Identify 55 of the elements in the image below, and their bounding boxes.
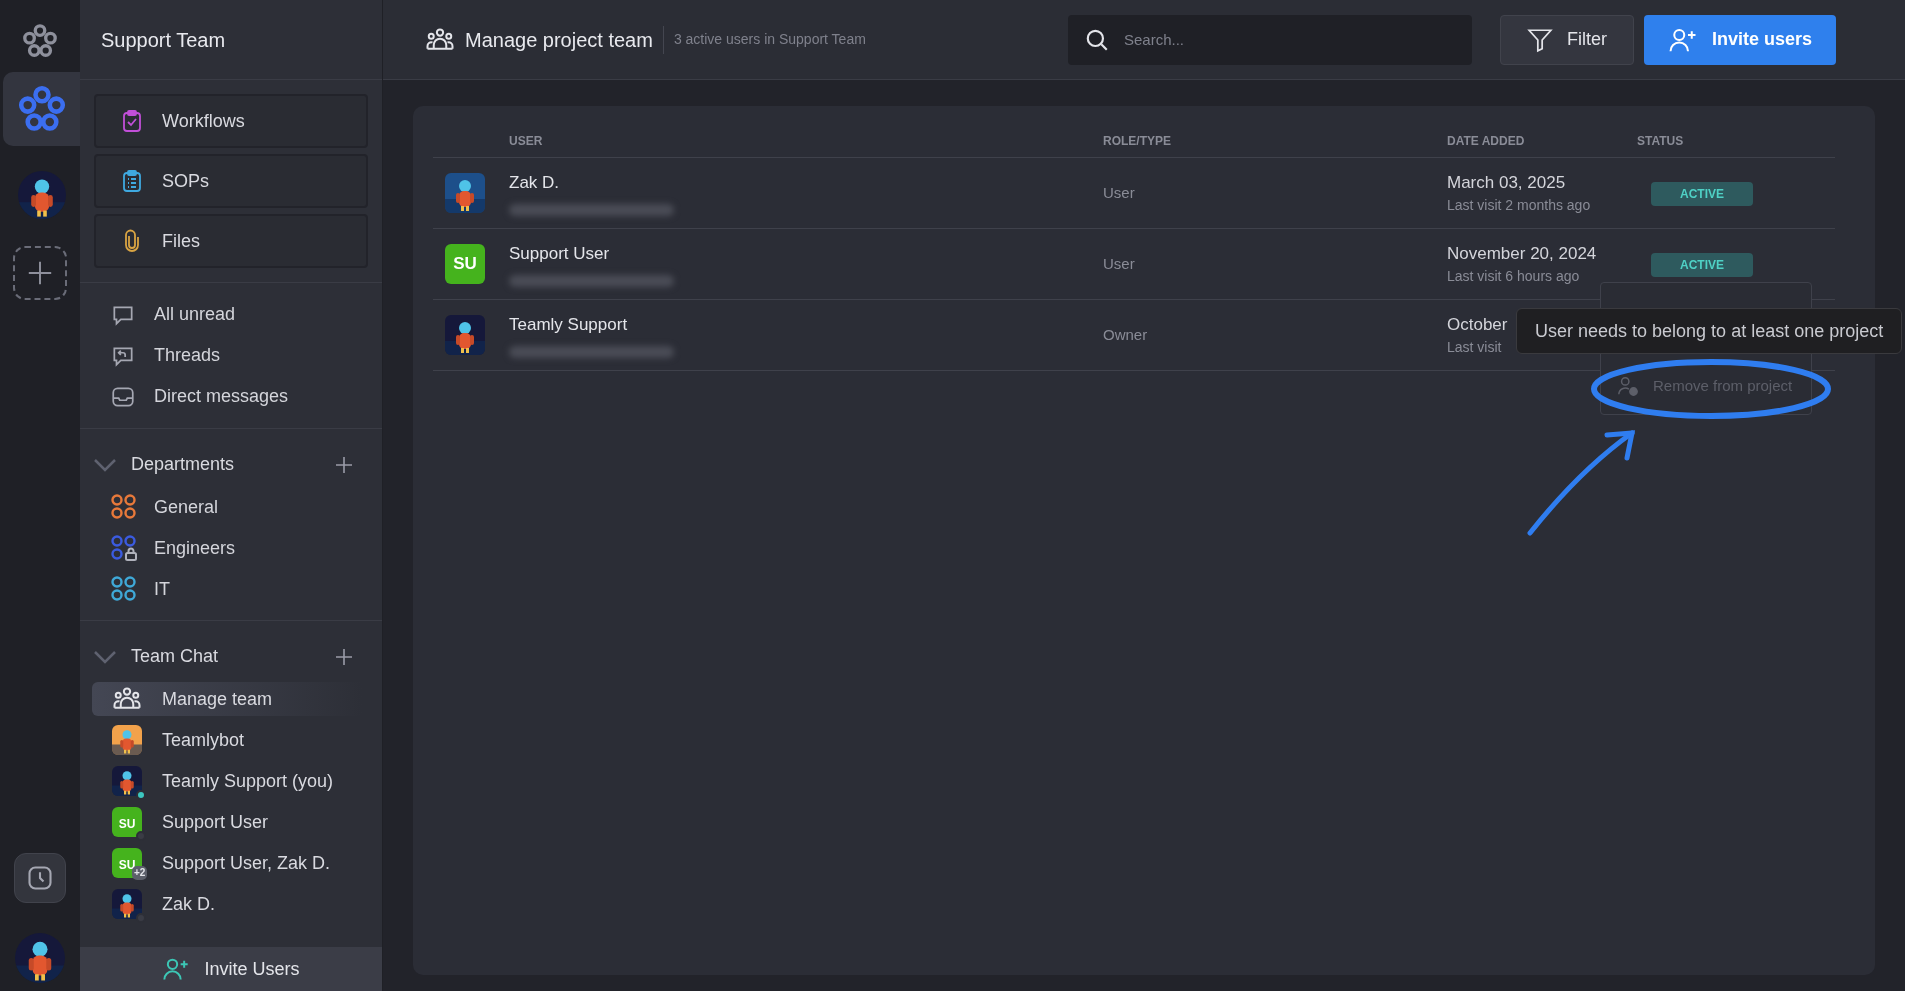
chat-item[interactable]: SU Support User bbox=[92, 805, 362, 839]
initials-avatar: SU bbox=[112, 807, 142, 837]
chat-item[interactable]: Teamlybot bbox=[92, 723, 362, 757]
user-name: Support User bbox=[509, 243, 611, 266]
last-visit: Last visit 6 hours ago bbox=[1447, 267, 1580, 287]
date-added: March 03, 2025 bbox=[1447, 171, 1566, 194]
column-header: DATE ADDED bbox=[1447, 132, 1526, 150]
chevron-down-icon[interactable] bbox=[93, 648, 117, 665]
sidebar-item[interactable]: All unread bbox=[110, 301, 352, 328]
filter-button[interactable]: Filter bbox=[1499, 14, 1634, 65]
section-header[interactable]: Departments bbox=[131, 451, 235, 478]
chat-item[interactable]: Zak D. bbox=[92, 887, 362, 921]
history-button[interactable] bbox=[14, 853, 66, 903]
invite-users-button[interactable]: Invite Users bbox=[80, 947, 382, 991]
search-field[interactable]: Search... bbox=[1067, 14, 1472, 65]
date-added: October bbox=[1447, 313, 1508, 336]
nav-card[interactable]: Files bbox=[94, 214, 368, 268]
clock-icon bbox=[26, 864, 54, 892]
column-header: STATUS bbox=[1637, 132, 1685, 150]
invite-users-button[interactable]: Invite users bbox=[1643, 14, 1836, 65]
add-icon[interactable] bbox=[334, 646, 354, 667]
role-text: User bbox=[1103, 182, 1136, 203]
channel-item[interactable]: Engineers bbox=[92, 531, 370, 565]
table-row[interactable]: Zak D. User March 03, 2025 Last visit 2 months ago ACTIVE bbox=[433, 158, 1835, 229]
last-visit: Last visit 2 months ago bbox=[1447, 196, 1591, 216]
role-text: Owner bbox=[1103, 324, 1149, 345]
nav-card[interactable]: SOPs bbox=[94, 154, 368, 208]
column-header: USER bbox=[509, 132, 544, 150]
sidebar-item[interactable]: Threads bbox=[110, 342, 352, 369]
user-name: Zak D. bbox=[509, 172, 561, 195]
page-title: Manage project team bbox=[465, 27, 653, 53]
initials-avatar: SU bbox=[445, 244, 485, 284]
chevron-down-icon[interactable] bbox=[93, 456, 117, 473]
channel-item[interactable]: IT bbox=[92, 572, 370, 606]
add-icon[interactable] bbox=[334, 454, 354, 475]
nav-card[interactable]: Workflows bbox=[94, 94, 368, 148]
user-name: Teamly Support bbox=[509, 314, 629, 337]
app-logo-icon bbox=[21, 22, 59, 60]
status-badge: ACTIVE bbox=[1651, 252, 1753, 277]
add-workspace-button[interactable] bbox=[13, 246, 67, 300]
date-added: November 20, 2024 bbox=[1447, 242, 1597, 265]
filter-icon bbox=[1526, 26, 1553, 53]
page-subtitle: 3 active users in Support Team bbox=[673, 30, 866, 49]
sidebar-item[interactable]: Direct messages bbox=[110, 383, 352, 410]
remove-user-icon bbox=[1617, 375, 1639, 397]
column-header: ROLE/TYPE bbox=[1103, 132, 1172, 150]
last-visit: Last visit bbox=[1447, 338, 1502, 358]
tooltip: User needs to belong to at least one project bbox=[1516, 308, 1903, 354]
role-text: User bbox=[1103, 253, 1136, 274]
status-badge: ACTIVE bbox=[1651, 181, 1753, 206]
chat-item[interactable]: Teamly Support (you) bbox=[92, 764, 362, 798]
team-title: Support Team bbox=[101, 27, 226, 53]
channel-item[interactable]: General bbox=[92, 490, 370, 524]
section-header[interactable]: Team Chat bbox=[131, 643, 219, 670]
add-icon bbox=[26, 259, 54, 287]
